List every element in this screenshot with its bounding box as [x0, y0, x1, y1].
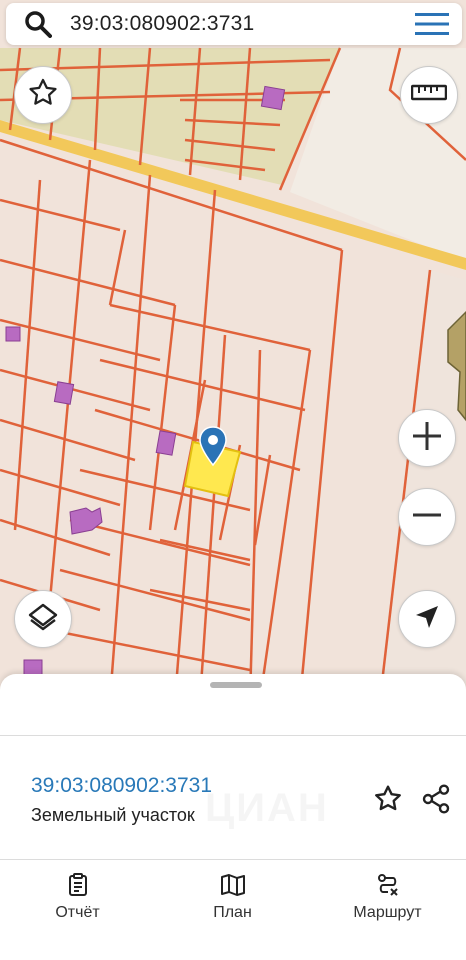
favorite-map-button[interactable]	[14, 66, 72, 124]
divider	[0, 735, 466, 736]
route-icon	[376, 870, 400, 900]
minus-icon	[411, 499, 443, 536]
bottom-sheet: ЦИАН 39:03:080902:3731 Земельный участок…	[0, 674, 466, 960]
star-icon	[26, 76, 60, 115]
map-plan-icon	[220, 870, 246, 900]
locate-button[interactable]	[398, 590, 456, 648]
object-type: Земельный участок	[31, 805, 195, 825]
star-icon	[372, 783, 404, 820]
cian-watermark: ЦИАН	[205, 786, 329, 831]
navigation-arrow-icon	[414, 604, 440, 635]
tab-route[interactable]: Маршрут	[310, 870, 465, 930]
tab-label: План	[213, 904, 252, 921]
ruler-button[interactable]	[400, 66, 458, 124]
tab-label: Маршрут	[353, 904, 422, 921]
action-tabs: Отчёт План Маршрут	[0, 870, 466, 930]
cadastral-number[interactable]: 39:03:080902:3731	[31, 774, 212, 798]
share-button[interactable]	[418, 783, 454, 820]
search-bar[interactable]: 39:03:080902:3731	[6, 3, 462, 45]
report-icon	[67, 870, 89, 900]
share-icon	[420, 783, 452, 820]
sheet-drag-handle[interactable]	[210, 682, 262, 688]
tab-label: Отчёт	[55, 904, 100, 921]
app-root: 39:03:080902:3731 39:03:080902:3731 Земе…	[0, 0, 466, 960]
menu-icon[interactable]	[402, 3, 462, 45]
tab-report[interactable]: Отчёт	[0, 870, 155, 930]
zoom-in-button[interactable]	[398, 409, 456, 467]
tab-plan[interactable]: План	[155, 870, 310, 930]
search-input[interactable]: 39:03:080902:3731	[70, 12, 402, 36]
ruler-icon	[410, 84, 448, 107]
zoom-out-button[interactable]	[398, 488, 456, 546]
layers-icon	[27, 601, 59, 638]
divider	[0, 859, 466, 860]
plus-icon	[411, 420, 443, 457]
search-icon[interactable]	[6, 3, 70, 45]
layers-button[interactable]	[14, 590, 72, 648]
favorite-button[interactable]	[370, 784, 406, 818]
